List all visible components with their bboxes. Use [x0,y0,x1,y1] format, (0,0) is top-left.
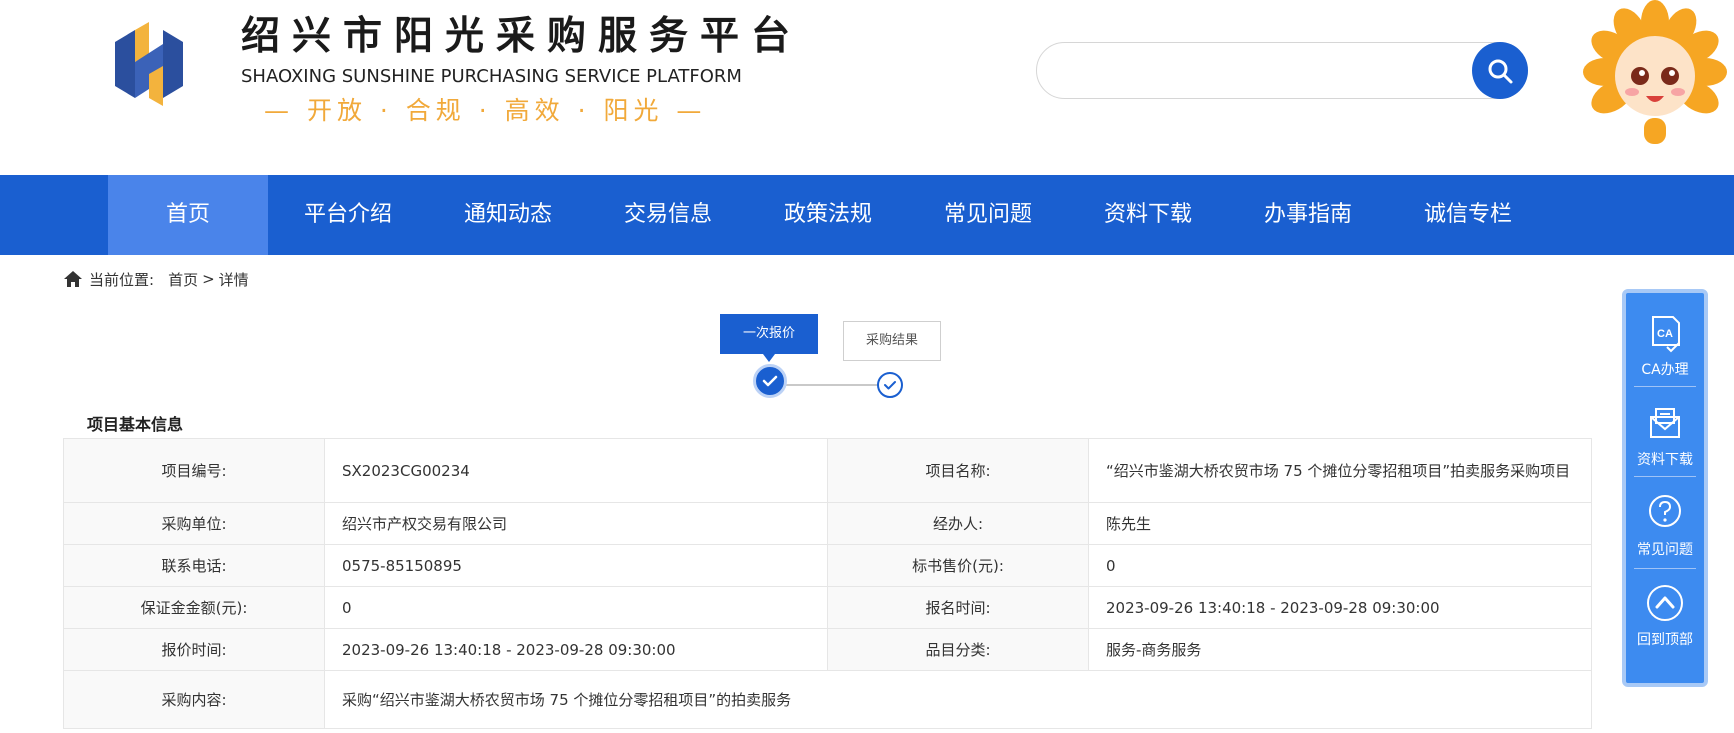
platform-title: 绍兴市阳光采购服务平台 [241,14,803,59]
search-button[interactable] [1472,42,1528,99]
nav-item-guide[interactable]: 办事指南 [1228,175,1388,255]
quick-faq-label: 常见问题 [1637,542,1693,558]
search-box [1036,42,1528,99]
quick-download-label: 资料下载 [1637,452,1693,468]
value-category: 服务-商务服务 [1088,628,1592,671]
back-to-top-icon [1647,585,1683,621]
search-input[interactable] [1061,53,1441,89]
section-title: 项目基本信息 [87,415,184,434]
label-category: 品目分类: [827,628,1089,671]
quick-ca-label: CA办理 [1641,362,1689,378]
step-pending-icon [877,372,903,398]
site-header: 绍兴市阳光采购服务平台 SHAOXING SUNSHINE PURCHASING… [0,0,1734,175]
check-outline-icon [884,381,896,390]
table-row: 联系电话: 0575-85150895 标书售价(元): 0 [63,544,1592,587]
breadcrumb-separator: > [202,270,215,288]
nav-item-policy[interactable]: 政策法规 [748,175,908,255]
quick-access-panel: CA CA办理 资料下载 常见问题 回到顶部 [1622,289,1708,687]
table-row: 采购单位: 绍兴市产权交易有限公司 经办人: 陈先生 [63,502,1592,545]
svg-text:CA: CA [1657,328,1673,340]
label-content: 采购内容: [63,670,325,729]
value-handler: 陈先生 [1088,502,1592,545]
step-done-icon [753,364,787,398]
table-row: 项目编号: SX2023CG00234 项目名称: “绍兴市鉴湖大桥农贸市场 7… [63,438,1592,503]
platform-slogan: — 开放 · 合规 · 高效 · 阳光 — [264,96,707,125]
platform-subtitle: SHAOXING SUNSHINE PURCHASING SERVICE PLA… [241,66,742,87]
value-purchasing-unit: 绍兴市产权交易有限公司 [324,502,828,545]
nav-item-downloads[interactable]: 资料下载 [1068,175,1228,255]
breadcrumb: 当前位置: 首页 > 详情 [63,268,253,290]
label-handler: 经办人: [827,502,1089,545]
breadcrumb-prefix: 当前位置: [89,270,155,289]
panel-divider [1634,568,1696,569]
panel-divider [1634,476,1696,477]
table-row: 保证金金额(元): 0 报名时间: 2023-09-26 13:40:18 - … [63,586,1592,629]
question-icon [1649,495,1681,527]
main-nav: 首页 平台介绍 通知动态 交易信息 政策法规 常见问题 资料下载 办事指南 诚信… [0,175,1734,255]
value-content: 采购“绍兴市鉴湖大桥农贸市场 75 个摊位分零招租项目”的拍卖服务 [324,670,1592,729]
breadcrumb-home-link[interactable]: 首页 [168,269,198,290]
label-registration-time: 报名时间: [827,586,1089,629]
label-project-name: 项目名称: [827,438,1089,503]
sunflower-mascot-icon [1583,0,1727,144]
quick-ca-button[interactable]: CA CA办理 [1630,313,1700,379]
label-phone: 联系电话: [63,544,325,587]
step-tab-purchase-result[interactable]: 采购结果 [843,321,941,361]
project-info-table: 项目编号: SX2023CG00234 项目名称: “绍兴市鉴湖大桥农贸市场 7… [63,438,1592,729]
back-to-top-button[interactable]: 回到顶部 [1630,583,1700,649]
platform-logo-icon [115,22,183,106]
nav-item-home[interactable]: 首页 [108,175,268,255]
breadcrumb-current: 详情 [218,270,249,289]
value-deposit: 0 [324,586,828,629]
label-tender-price: 标书售价(元): [827,544,1089,587]
panel-divider [1634,386,1696,387]
label-quote-time: 报价时间: [63,628,325,671]
table-row: 报价时间: 2023-09-26 13:40:18 - 2023-09-28 0… [63,628,1592,671]
value-phone: 0575-85150895 [324,544,828,587]
search-icon [1488,59,1513,83]
nav-item-notices[interactable]: 通知动态 [428,175,588,255]
value-project-number: SX2023CG00234 [324,438,828,503]
back-to-top-label: 回到顶部 [1637,632,1693,648]
ca-icon: CA [1652,316,1680,353]
label-purchasing-unit: 采购单位: [63,502,325,545]
value-tender-price: 0 [1088,544,1592,587]
nav-item-about[interactable]: 平台介绍 [268,175,428,255]
value-registration-time: 2023-09-26 13:40:18 - 2023-09-28 09:30:0… [1088,586,1592,629]
table-row: 采购内容: 采购“绍兴市鉴湖大桥农贸市场 75 个摊位分零招租项目”的拍卖服务 [63,670,1592,729]
check-icon [762,375,778,387]
quick-faq-button[interactable]: 常见问题 [1630,493,1700,559]
label-project-number: 项目编号: [63,438,325,503]
nav-item-credit[interactable]: 诚信专栏 [1388,175,1548,255]
quick-download-button[interactable]: 资料下载 [1630,403,1700,469]
nav-item-trade-info[interactable]: 交易信息 [588,175,748,255]
download-mail-icon [1650,408,1680,438]
step-tab-first-quote[interactable]: 一次报价 [720,314,818,362]
home-icon [64,271,82,287]
label-deposit: 保证金金额(元): [63,586,325,629]
value-quote-time: 2023-09-26 13:40:18 - 2023-09-28 09:30:0… [324,628,828,671]
nav-item-faq[interactable]: 常见问题 [908,175,1068,255]
step-connector [786,384,878,386]
value-project-name: “绍兴市鉴湖大桥农贸市场 75 个摊位分零招租项目”拍卖服务采购项目 [1088,438,1592,503]
